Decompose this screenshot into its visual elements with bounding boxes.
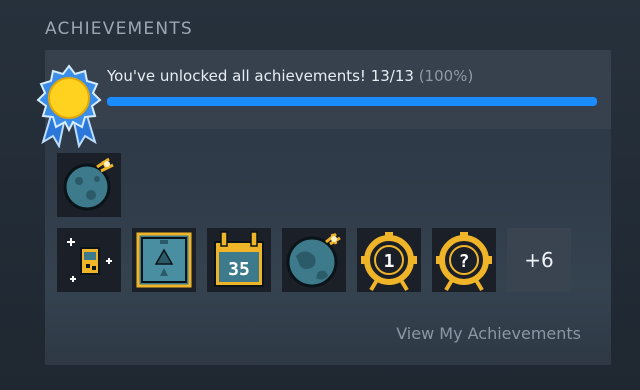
medal-label: ? xyxy=(459,251,470,272)
medal-icon: ? xyxy=(436,232,492,292)
achievement-progress-fill xyxy=(107,97,597,106)
achievement-calendar[interactable]: 35 xyxy=(207,228,271,292)
achievement-earth[interactable] xyxy=(282,228,346,292)
calendar-icon: 35 xyxy=(214,231,264,287)
earth-icon xyxy=(286,232,341,288)
achievement-summary-text: You've unlocked all achievements! 13/13 … xyxy=(107,67,473,85)
medal-label: 1 xyxy=(384,251,395,272)
percent-complete: (100%) xyxy=(418,67,474,85)
medal-icon: 1 xyxy=(361,232,417,292)
handheld-sparkle-icon xyxy=(67,238,112,282)
ribbon-award-icon xyxy=(33,62,105,149)
achievement-handheld[interactable] xyxy=(57,228,121,292)
unlocked-message: You've unlocked all achievements! 13/13 xyxy=(107,67,414,85)
pyramid-card-icon xyxy=(136,232,192,288)
achievement-progress-bar xyxy=(107,97,597,106)
view-my-achievements-link[interactable]: View My Achievements xyxy=(396,324,581,343)
calendar-day-number: 35 xyxy=(228,259,250,280)
achievement-pyramid[interactable] xyxy=(132,228,196,292)
moon-icon xyxy=(63,157,114,211)
achievement-medal-1[interactable]: 1 xyxy=(357,228,421,292)
achievement-summary xyxy=(45,50,611,129)
achievement-moon[interactable] xyxy=(57,153,121,217)
section-title: ACHIEVEMENTS xyxy=(45,19,193,39)
more-achievements-button[interactable]: +6 xyxy=(507,228,571,292)
achievement-medal-hidden[interactable]: ? xyxy=(432,228,496,292)
achievements-panel: You've unlocked all achievements! 13/13 … xyxy=(36,50,611,365)
